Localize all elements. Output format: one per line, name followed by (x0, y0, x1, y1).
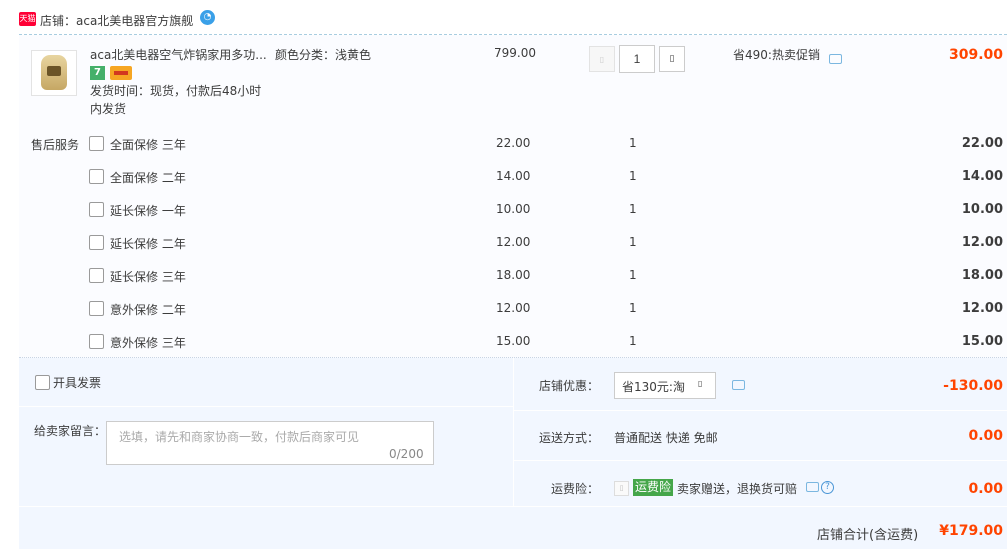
quantity-increase-button[interactable]: ▯ (659, 46, 685, 72)
product-title-link[interactable]: aca北美电器空气炸锅家用多功... (90, 46, 267, 63)
shop-discount-label: 店铺优惠： (539, 379, 600, 393)
promotion-label: 省490:热卖促销 (733, 48, 820, 62)
service-name: 延长保修 三年 (110, 270, 186, 284)
service-price: 12.00 (496, 301, 531, 315)
service-price: 15.00 (496, 334, 531, 348)
service-name: 全面保修 三年 (110, 138, 186, 152)
service-checkbox[interactable] (89, 169, 104, 184)
shipping-time: 发货时间：现货，付款后48小时内发货 (90, 84, 262, 116)
service-qty: 1 (629, 202, 637, 216)
comment-icon[interactable] (806, 482, 819, 492)
service-name: 延长保修 二年 (110, 237, 186, 251)
service-name: 意外保修 三年 (110, 336, 186, 350)
service-checkbox[interactable] (89, 268, 104, 283)
service-checkbox[interactable] (89, 136, 104, 151)
service-checkbox[interactable] (89, 334, 104, 349)
promotion-info: 省490:热卖促销 (733, 46, 820, 63)
service-name: 延长保修 一年 (110, 204, 186, 218)
service-name: 意外保修 二年 (110, 303, 186, 317)
invoice-label[interactable]: 开具发票 (53, 374, 101, 391)
service-qty: 1 (629, 136, 637, 150)
service-qty: 1 (629, 169, 637, 183)
service-price: 10.00 (496, 202, 531, 216)
service-total: 14.00 (961, 169, 1003, 184)
dropdown-arrow-icon: ▯ (698, 379, 703, 388)
insurance-description: 卖家赠送，退换货可赔 (677, 482, 798, 496)
item-total: 309.00 (948, 47, 1003, 63)
seven-day-return-icon: 7 (90, 66, 105, 80)
service-total: 22.00 (961, 136, 1003, 151)
service-qty: 1 (629, 235, 637, 249)
message-char-counter: 0/200 (389, 447, 424, 461)
service-checkbox[interactable] (89, 235, 104, 250)
service-checkbox[interactable] (89, 301, 104, 316)
service-price: 12.00 (496, 235, 531, 249)
divider (19, 506, 1007, 507)
delivery-fee: 0.00 (968, 428, 1003, 444)
service-qty: 1 (629, 301, 637, 315)
service-total: 15.00 (961, 334, 1003, 349)
divider (513, 460, 1007, 461)
divider (513, 410, 1007, 411)
insurance-label: 运费险： (551, 482, 600, 496)
service-price: 18.00 (496, 268, 531, 282)
invoice-checkbox[interactable] (35, 375, 50, 390)
product-sku: 颜色分类：浅黄色 (275, 48, 372, 62)
shop-discount-value: -130.00 (943, 378, 1003, 394)
product-thumbnail[interactable] (31, 50, 77, 96)
divider (19, 406, 513, 407)
insurance-fee: 0.00 (968, 481, 1003, 497)
divider (513, 358, 514, 506)
delivery-label: 运送方式： (539, 431, 600, 445)
message-label: 给卖家留言： (34, 424, 107, 438)
wangwang-chat-icon[interactable]: ◔ (200, 10, 215, 25)
service-total: 12.00 (961, 235, 1003, 250)
shop-total-label: 店铺合计(含运费) (817, 528, 919, 543)
insurance-checkbox[interactable]: ▯ (614, 481, 629, 496)
service-total: 10.00 (961, 202, 1003, 217)
insurance-tag: 运费险 (633, 479, 673, 496)
shop-total-value: ¥179.00 (939, 523, 1003, 539)
help-icon[interactable]: ? (821, 481, 834, 494)
shop-discount-selected: 省130元:淘 (622, 380, 685, 394)
comment-icon[interactable] (732, 380, 745, 390)
service-qty: 1 (629, 334, 637, 348)
air-fryer-window (47, 66, 61, 76)
service-qty: 1 (629, 268, 637, 282)
tmall-logo: 天猫 (19, 12, 36, 26)
message-placeholder: 选填，请先和商家协商一致，付款后商家可见 (119, 430, 360, 444)
service-total: 12.00 (961, 301, 1003, 316)
quantity-decrease-button[interactable]: ▯ (589, 46, 615, 72)
quantity-input[interactable] (619, 45, 655, 73)
service-checkbox[interactable] (89, 202, 104, 217)
unit-price: 799.00 (494, 46, 536, 60)
service-name: 全面保修 二年 (110, 171, 186, 185)
service-price: 22.00 (496, 136, 531, 150)
delivery-method: 普通配送 快递 免邮 (614, 431, 718, 445)
comment-icon[interactable] (829, 54, 842, 64)
after-sales-label: 售后服务 (31, 138, 80, 152)
credit-card-icon (110, 66, 132, 80)
service-total: 18.00 (961, 268, 1003, 283)
shop-name-link[interactable]: 店铺：aca北美电器官方旗舰 (40, 12, 193, 29)
service-price: 14.00 (496, 169, 531, 183)
